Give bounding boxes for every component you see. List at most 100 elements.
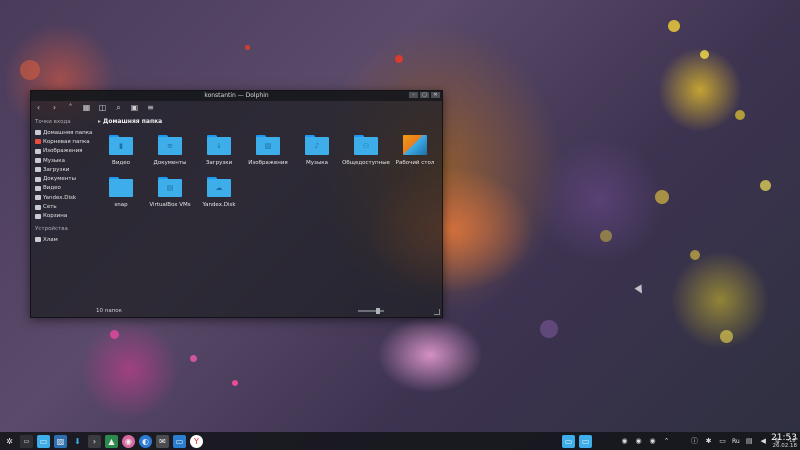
notifications-icon[interactable]: ⓘ bbox=[690, 437, 699, 446]
terminal-icon[interactable]: › bbox=[88, 434, 101, 448]
volume-icon[interactable]: ◀ bbox=[759, 437, 768, 446]
bokeh-dot bbox=[540, 320, 558, 338]
sidebar-item-pictures[interactable]: Изображения bbox=[35, 147, 94, 156]
file-item[interactable]: ♪ Музыка bbox=[292, 135, 342, 166]
keyboard-layout[interactable]: Ru bbox=[732, 438, 740, 445]
bokeh-dot bbox=[690, 250, 700, 260]
breadcrumb[interactable]: ▸ Домашняя папка bbox=[98, 118, 162, 125]
tray-app-icon[interactable]: ◉ bbox=[634, 437, 643, 446]
search-icon[interactable]: ⌕ bbox=[113, 103, 124, 113]
up-icon[interactable]: ˄ bbox=[65, 103, 76, 113]
file-item[interactable]: Рабочий стол bbox=[390, 135, 440, 166]
resize-grip[interactable] bbox=[434, 309, 440, 315]
breadcrumb-arrow-icon: ▸ bbox=[98, 118, 102, 125]
bokeh-dot bbox=[245, 45, 250, 50]
videos-icon bbox=[35, 185, 41, 191]
file-view: ▸ Домашняя папка ▮ Видео ≡ Документы ↓ Загру… bbox=[94, 117, 442, 317]
file-name: snap bbox=[114, 202, 128, 208]
application-launcher-icon[interactable]: ✲ bbox=[3, 435, 16, 448]
maximize-button[interactable]: ▢ bbox=[420, 92, 429, 98]
breadcrumb-current: Домашняя папка bbox=[103, 118, 163, 125]
bokeh-dot bbox=[720, 330, 733, 343]
tray-app-icon[interactable]: ◉ bbox=[620, 437, 629, 446]
title-bar[interactable]: konstantin — Dolphin – ▢ ✕ bbox=[31, 91, 442, 101]
file-item[interactable]: ⚇ Общедоступные bbox=[341, 135, 391, 166]
split-view-icon[interactable]: ◫ bbox=[97, 103, 108, 113]
folder-icon bbox=[109, 177, 133, 197]
file-name: Общедоступные bbox=[342, 160, 390, 166]
close-button[interactable]: ✕ bbox=[431, 92, 440, 98]
hamburger-menu-icon[interactable]: ≡ bbox=[145, 103, 156, 113]
file-name: Рабочий стол bbox=[395, 160, 435, 166]
window-task-icon[interactable]: ▭ bbox=[173, 434, 186, 448]
tray-app-icon[interactable]: ◉ bbox=[648, 437, 657, 446]
file-name: Изображения bbox=[248, 160, 288, 166]
music-icon bbox=[35, 158, 41, 164]
sidebar-item-label: Сеть bbox=[43, 204, 57, 211]
sidebar-item-device[interactable]: Хлам bbox=[35, 235, 94, 244]
show-desktop-icon[interactable]: ▭ bbox=[20, 434, 33, 448]
home-icon bbox=[35, 130, 41, 136]
preview-icon[interactable]: ▣ bbox=[129, 103, 140, 113]
clipboard-icon[interactable]: ▤ bbox=[745, 437, 754, 446]
trash-icon bbox=[35, 213, 41, 219]
downloads-taskbar-icon[interactable]: ⬇ bbox=[71, 435, 84, 448]
file-item[interactable]: ▮ Видео bbox=[96, 135, 146, 166]
back-icon[interactable]: ‹ bbox=[33, 103, 44, 113]
taskbar: ✲ ▭ ▭ ▨ ⬇ › ▲ ◉ ◐ ✉ ▭ Y ▭ ▭ ◉ ◉ ◉ ⌃ ⓘ ✱ … bbox=[0, 432, 800, 450]
bokeh-dot bbox=[20, 60, 40, 80]
mail-client-icon[interactable]: ✉ bbox=[156, 434, 169, 448]
system-monitor-icon[interactable]: ▲ bbox=[105, 434, 118, 448]
tray-arrow-icon[interactable]: ⌃ bbox=[662, 437, 671, 446]
sidebar-item-label: Загрузки bbox=[43, 166, 70, 173]
browser-icon[interactable]: ◐ bbox=[139, 434, 152, 448]
yandex-browser-icon[interactable]: Y bbox=[190, 434, 203, 448]
file-item[interactable]: ▨ Изображения bbox=[243, 135, 293, 166]
sidebar-item-videos[interactable]: Видео bbox=[35, 184, 94, 193]
desktop-folder-icon bbox=[403, 135, 427, 155]
digital-clock[interactable]: 21:53 26.02.18 bbox=[771, 433, 797, 449]
file-item[interactable]: ☁ Yandex.Disk bbox=[194, 177, 244, 208]
sidebar-item-downloads[interactable]: Загрузки bbox=[35, 165, 94, 174]
sidebar-item-yandex-disk[interactable]: Yandex.Disk bbox=[35, 193, 94, 202]
mouse-cursor-icon bbox=[634, 284, 646, 296]
bokeh-dot bbox=[700, 50, 709, 59]
sidebar-item-network[interactable]: Сеть bbox=[35, 202, 94, 211]
file-item[interactable]: ≡ Документы bbox=[145, 135, 195, 166]
bokeh-dot bbox=[395, 55, 403, 63]
sidebar-item-home[interactable]: Домашняя папка bbox=[35, 128, 94, 137]
forward-icon[interactable]: › bbox=[49, 103, 60, 113]
sidebar-item-trash[interactable]: Корзина bbox=[35, 212, 94, 221]
folder-window-task-icon[interactable]: ▭ bbox=[579, 434, 592, 448]
sidebar-item-label: Хлам bbox=[43, 236, 58, 243]
zoom-slider[interactable] bbox=[358, 308, 384, 314]
sidebar-item-label: Корзина bbox=[43, 213, 68, 220]
zoom-slider-handle[interactable] bbox=[376, 308, 380, 314]
root-folder-icon bbox=[35, 139, 41, 145]
folder-icon: ≡ bbox=[158, 135, 182, 155]
file-name: Музыка bbox=[306, 160, 328, 166]
task-manager: ✲ ▭ ▭ ▨ ⬇ › ▲ ◉ ◐ ✉ ▭ Y bbox=[0, 434, 203, 448]
dolphin-window-task-icon[interactable]: ▭ bbox=[562, 434, 575, 448]
sidebar-item-music[interactable]: Музыка bbox=[35, 156, 94, 165]
bokeh-dot bbox=[600, 230, 612, 242]
music-player-icon[interactable]: ◉ bbox=[122, 434, 135, 448]
folder-icon: ♪ bbox=[305, 135, 329, 155]
view-mode-icon[interactable]: ▦ bbox=[81, 103, 92, 113]
bluetooth-icon[interactable]: ✱ bbox=[704, 437, 713, 446]
sidebar-item-label: Изображения bbox=[43, 148, 83, 155]
yandex-disk-icon bbox=[35, 195, 41, 201]
window-title: konstantin — Dolphin bbox=[204, 92, 269, 99]
open-windows: ▭ ▭ bbox=[562, 434, 592, 448]
sidebar-item-root[interactable]: Корневая папка bbox=[35, 137, 94, 146]
sidebar-item-documents[interactable]: Документы bbox=[35, 174, 94, 183]
file-item[interactable]: ↓ Загрузки bbox=[194, 135, 244, 166]
file-item[interactable]: ▤ VirtualBox VMs bbox=[145, 177, 195, 208]
file-name: Документы bbox=[153, 160, 187, 166]
dolphin-taskbar-icon[interactable]: ▭ bbox=[37, 434, 50, 448]
file-item[interactable]: snap bbox=[96, 177, 146, 208]
status-bar-count: 10 папок bbox=[96, 308, 122, 314]
minimize-button[interactable]: – bbox=[409, 92, 418, 98]
display-icon[interactable]: ▭ bbox=[718, 437, 727, 446]
image-viewer-icon[interactable]: ▨ bbox=[54, 434, 67, 448]
